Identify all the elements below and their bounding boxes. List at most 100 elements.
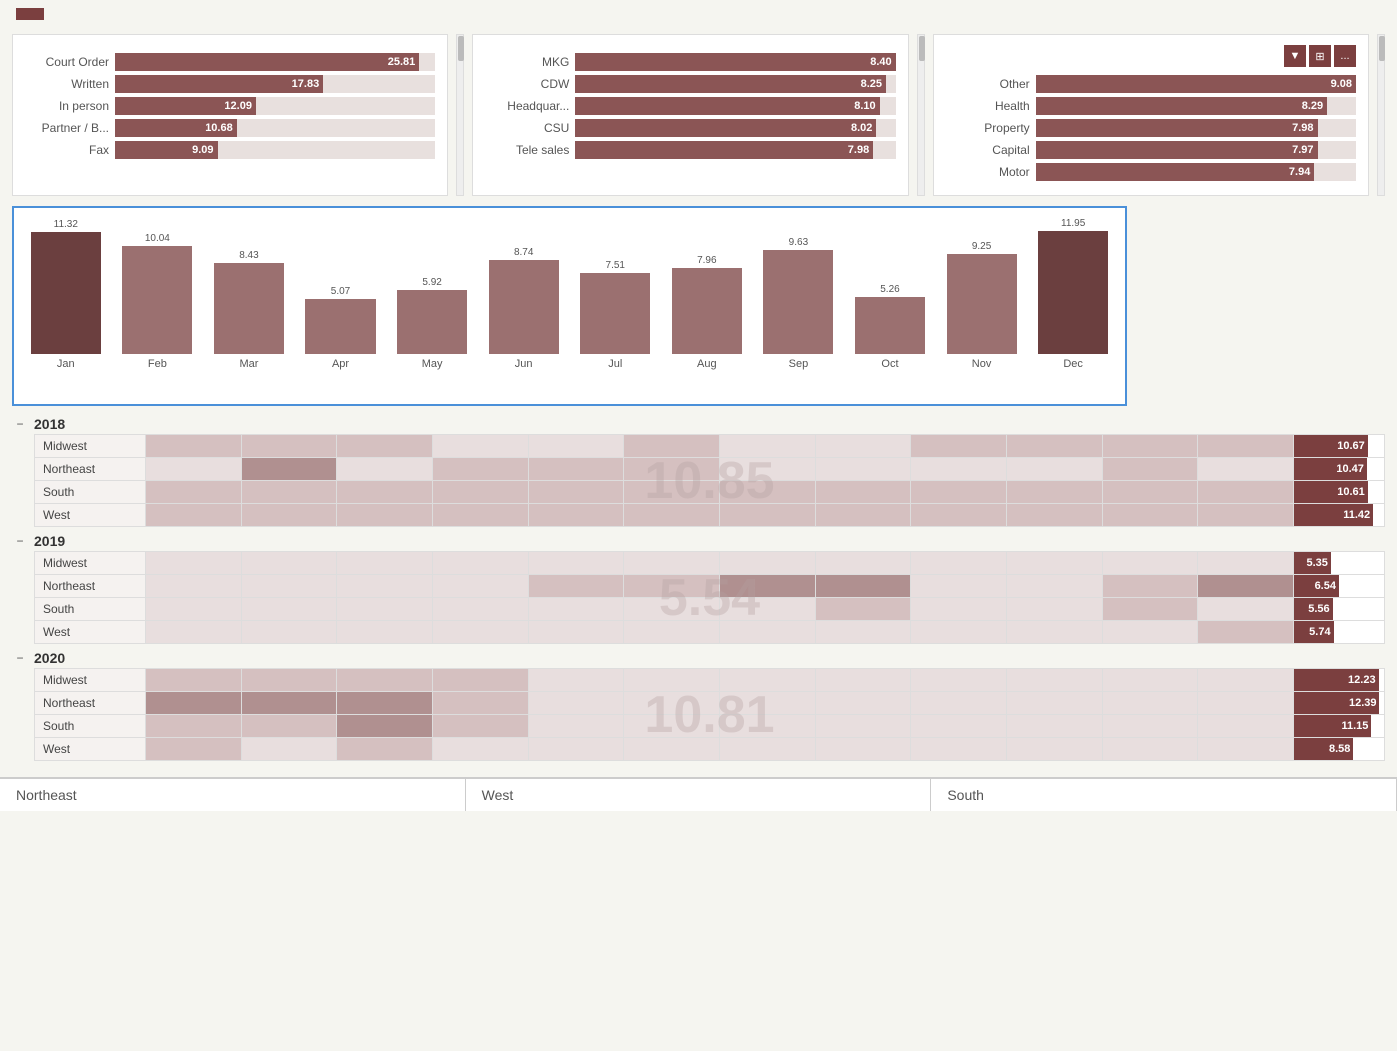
total-bar-cell: 10.67 bbox=[1294, 435, 1384, 457]
grid-cell bbox=[1007, 481, 1102, 503]
grid-cell bbox=[816, 692, 911, 714]
total-bar: 10.61 bbox=[1294, 481, 1368, 503]
grid-cell bbox=[146, 598, 241, 620]
grid-cell bbox=[242, 552, 337, 574]
grid-cell bbox=[1198, 692, 1293, 714]
product-scrollbar[interactable] bbox=[1377, 34, 1385, 196]
bar-fill: 8.29 bbox=[1036, 97, 1327, 115]
bar-container: 8.25 bbox=[575, 75, 895, 93]
chart-bar-month: Oct bbox=[881, 358, 898, 370]
grid-cell bbox=[816, 552, 911, 574]
grid-cell bbox=[529, 458, 624, 480]
bar-container: 8.29 bbox=[1036, 97, 1356, 115]
grid-cell bbox=[624, 692, 719, 714]
chart-bar-rect bbox=[214, 263, 284, 354]
grid-row-label: West bbox=[35, 504, 145, 526]
distribution-scrollbar[interactable] bbox=[917, 34, 925, 196]
bar-container: 9.08 bbox=[1036, 75, 1356, 93]
grid-cell bbox=[911, 669, 1006, 691]
chart-bar-group: 8.74Jun bbox=[480, 218, 568, 370]
grid-cell bbox=[1007, 575, 1102, 597]
bar-fill: 8.40 bbox=[575, 53, 895, 71]
grid-cell bbox=[242, 598, 337, 620]
grid-cell bbox=[1198, 669, 1293, 691]
year-header: −2020 bbox=[12, 648, 1385, 668]
bar-container: 9.09 bbox=[115, 141, 435, 159]
chart-box: 11.32Jan10.04Feb8.43Mar5.07Apr5.92May8.7… bbox=[12, 206, 1127, 406]
grid-cell bbox=[433, 481, 528, 503]
bar-fill: 7.98 bbox=[1036, 119, 1318, 137]
grid-cell bbox=[911, 435, 1006, 457]
chart-bar-rect bbox=[672, 268, 742, 354]
grid-cell bbox=[1007, 692, 1102, 714]
grid-cell bbox=[911, 692, 1006, 714]
grid-row-label: South bbox=[35, 598, 145, 620]
total-bar: 11.42 bbox=[1294, 504, 1373, 526]
grid-cell bbox=[337, 715, 432, 737]
bar-label: Written bbox=[25, 77, 115, 91]
grid-cell bbox=[146, 621, 241, 643]
bar-row: In person12.09 bbox=[25, 97, 435, 115]
chart-bar-value: 5.07 bbox=[331, 286, 350, 297]
total-bar: 6.54 bbox=[1294, 575, 1339, 597]
bar-label: Motor bbox=[946, 165, 1036, 179]
grid-cell bbox=[624, 458, 719, 480]
footer-tabs: NortheastWestSouth bbox=[0, 777, 1397, 811]
year-toggle[interactable]: − bbox=[12, 651, 28, 665]
chart-box-wrapper: 11.32Jan10.04Feb8.43Mar5.07Apr5.92May8.7… bbox=[12, 206, 1127, 406]
chart-bar-month: Jun bbox=[515, 358, 533, 370]
chart-bar-group: 11.32Jan bbox=[22, 218, 110, 370]
grid-cell bbox=[529, 552, 624, 574]
year-toggle[interactable]: − bbox=[12, 417, 28, 431]
chart-bar-rect bbox=[305, 299, 375, 354]
grid-cell bbox=[433, 458, 528, 480]
bar-label: Property bbox=[946, 121, 1036, 135]
grid-cell bbox=[1103, 669, 1198, 691]
footer-tab[interactable]: South bbox=[931, 779, 1397, 811]
chart-bar-value: 10.04 bbox=[145, 233, 170, 244]
portals-panel: Court Order25.81Written17.83In person12.… bbox=[12, 34, 448, 196]
grid-cell bbox=[146, 435, 241, 457]
total-bar-cell: 8.58 bbox=[1294, 738, 1384, 760]
distribution-bars: MKG8.40CDW8.25Headquar...8.10CSU8.02Tele… bbox=[485, 53, 895, 159]
bar-row: Property7.98 bbox=[946, 119, 1356, 137]
grid-cell bbox=[624, 621, 719, 643]
year-toggle[interactable]: − bbox=[12, 534, 28, 548]
grid-cell bbox=[911, 481, 1006, 503]
grid-cell bbox=[337, 458, 432, 480]
chart-bar-value: 9.63 bbox=[789, 237, 808, 248]
footer-tab[interactable]: West bbox=[466, 779, 932, 811]
year-rows-wrapper: 5.54Midwest5.35Northeast6.54South5.56Wes… bbox=[34, 551, 1385, 644]
export-icon[interactable]: ⊞ bbox=[1309, 45, 1331, 67]
grid-cell bbox=[816, 598, 911, 620]
chart-bar-month: Aug bbox=[697, 358, 717, 370]
total-bar-cell: 5.74 bbox=[1294, 621, 1384, 643]
chart-bar-month: Apr bbox=[332, 358, 349, 370]
total-bar-cell: 10.61 bbox=[1294, 481, 1384, 503]
filter-icon[interactable]: ▼ bbox=[1284, 45, 1306, 67]
bar-container: 8.40 bbox=[575, 53, 895, 71]
portals-bars: Court Order25.81Written17.83In person12.… bbox=[25, 53, 435, 159]
grid-cell bbox=[1198, 481, 1293, 503]
chart-note bbox=[1135, 206, 1385, 226]
total-bar: 12.23 bbox=[1294, 669, 1379, 691]
grid-cell bbox=[433, 669, 528, 691]
grid-cell bbox=[242, 738, 337, 760]
grid-cell bbox=[529, 621, 624, 643]
bar-container: 7.98 bbox=[1036, 119, 1356, 137]
grid-cell bbox=[911, 715, 1006, 737]
year-block: −201810.85Midwest10.67Northeast10.47Sout… bbox=[12, 414, 1385, 527]
more-icon[interactable]: ... bbox=[1334, 45, 1356, 67]
portals-scrollbar[interactable] bbox=[456, 34, 464, 196]
total-bar: 5.35 bbox=[1294, 552, 1331, 574]
bar-label: Fax bbox=[25, 143, 115, 157]
grid-cell bbox=[529, 435, 624, 457]
total-bar: 5.56 bbox=[1294, 598, 1333, 620]
bar-container: 8.10 bbox=[575, 97, 895, 115]
footer-tab[interactable]: Northeast bbox=[0, 779, 466, 811]
grid-cell bbox=[433, 715, 528, 737]
chart-bar-month: Sep bbox=[789, 358, 809, 370]
chart-bar-group: 7.51Jul bbox=[571, 218, 659, 370]
bar-label: MKG bbox=[485, 55, 575, 69]
bar-row: Partner / B...10.68 bbox=[25, 119, 435, 137]
